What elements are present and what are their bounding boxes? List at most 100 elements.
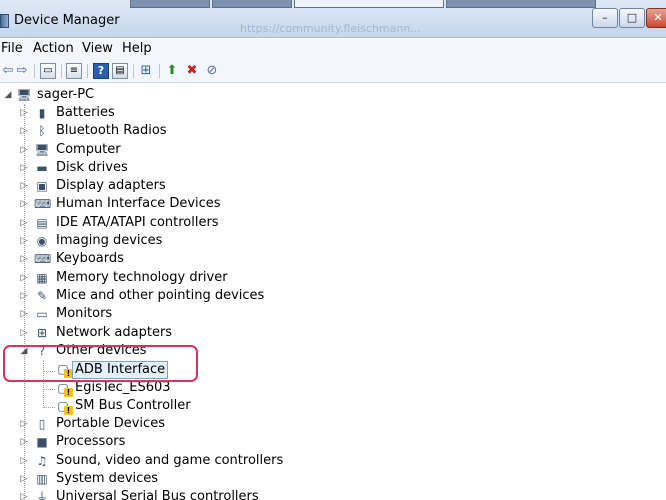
tree-category-label: Bluetooth Radios xyxy=(56,123,167,138)
processor-icon: ■ xyxy=(36,435,48,449)
bluetooth-icon: ᛒ xyxy=(38,124,46,138)
tree-category[interactable]: ▷ ⌨ Keyboards xyxy=(0,250,300,268)
camera-icon: ◉ xyxy=(36,234,48,248)
expand-icon[interactable]: ▷ xyxy=(19,287,29,305)
tree-category[interactable]: ▷ ◉ Imaging devices xyxy=(0,232,300,250)
uninstall-icon[interactable]: ✖ xyxy=(184,63,200,79)
expand-icon[interactable]: ▷ xyxy=(19,195,29,213)
tree-category-label: Universal Serial Bus controllers xyxy=(56,489,259,500)
device-manager-app-icon xyxy=(0,14,9,28)
expand-icon[interactable]: ▷ xyxy=(19,232,29,250)
tree-category[interactable]: ▷ ▬ Disk drives xyxy=(0,159,300,177)
tree-category[interactable]: ▷ ▦ Memory technology driver xyxy=(0,269,300,287)
ide-controller-icon: ▤ xyxy=(36,216,48,230)
scan-hardware-icon[interactable]: ⊞ xyxy=(138,63,154,79)
annotation-highlight xyxy=(3,345,198,382)
menu-help[interactable]: Help xyxy=(122,41,152,56)
expand-icon[interactable]: ▷ xyxy=(19,104,29,122)
warning-device-icon: ▢ xyxy=(55,398,73,415)
disk-drive-icon: ▬ xyxy=(36,161,48,175)
properties-icon[interactable]: ≡ xyxy=(66,63,82,79)
tree-category-label: Network adapters xyxy=(56,325,173,340)
tree-category-label: Computer xyxy=(56,142,121,157)
tree-category-label: System devices xyxy=(56,471,159,486)
expand-icon[interactable]: ▷ xyxy=(19,159,29,177)
expand-icon[interactable]: ▷ xyxy=(19,470,29,488)
blurred-url-text: https://community.fleischmann... xyxy=(240,22,421,35)
tree-category-label: Disk drives xyxy=(56,160,128,175)
hid-icon: ⌨ xyxy=(34,197,52,211)
monitor-icon: ▭ xyxy=(36,307,48,321)
computer-icon: 🖥 xyxy=(34,143,50,157)
menu-view[interactable]: View xyxy=(82,41,113,56)
tree-category[interactable]: ▷ ▯ Portable Devices xyxy=(0,415,300,433)
maximize-button[interactable]: □ xyxy=(619,8,645,28)
mouse-icon: ✎ xyxy=(36,289,48,303)
tree-category[interactable]: ▷ ⌨ Human Interface Devices xyxy=(0,195,300,213)
help-icon[interactable]: ? xyxy=(93,63,109,79)
tree-category-label: Portable Devices xyxy=(56,416,165,431)
tree-category[interactable]: ▷ ▤ IDE ATA/ATAPI controllers xyxy=(0,214,300,232)
tree-category[interactable]: ▷ ■ Processors xyxy=(0,433,300,451)
tree-device[interactable]: ▢SM Bus Controller xyxy=(0,397,300,415)
tree-category-label: Mice and other pointing devices xyxy=(56,288,265,303)
memory-icon: ▦ xyxy=(36,271,48,285)
tree-category[interactable]: ▷ ⊞ Network adapters xyxy=(0,324,300,342)
tree-root-label: sager-PC xyxy=(37,87,95,102)
tree-category-label: Monitors xyxy=(56,306,113,321)
tree-category[interactable]: ▷ ▮ Batteries xyxy=(0,104,300,122)
minimize-button[interactable]: – xyxy=(592,8,618,28)
tree-category-label: Keyboards xyxy=(56,251,124,266)
collapse-icon[interactable]: ◢ xyxy=(3,86,13,104)
tree-category[interactable]: ▷ ♫ Sound, video and game controllers xyxy=(0,452,300,470)
sound-icon: ♫ xyxy=(36,454,48,468)
expand-icon[interactable]: ▷ xyxy=(19,305,29,323)
tree-category[interactable]: ▷ ▣ Display adapters xyxy=(0,177,300,195)
expand-icon[interactable]: ▷ xyxy=(19,177,29,195)
tree-category-label: Human Interface Devices xyxy=(56,196,221,211)
expand-icon[interactable]: ▷ xyxy=(19,214,29,232)
warning-device-icon: ▢ xyxy=(55,380,73,397)
expand-icon[interactable]: ▷ xyxy=(19,488,29,500)
action-pane-icon[interactable]: ▤ xyxy=(112,63,128,79)
expand-icon[interactable]: ▷ xyxy=(19,324,29,342)
network-icon: ⊞ xyxy=(36,326,48,340)
battery-icon: ▮ xyxy=(38,106,46,120)
tree-category[interactable]: ▷ ⏚ Universal Serial Bus controllers xyxy=(0,488,300,500)
close-button[interactable]: ✕ xyxy=(646,8,666,28)
expand-icon[interactable]: ▷ xyxy=(19,122,29,140)
tree-category[interactable]: ▷ ▭ Monitors xyxy=(0,305,300,323)
tree-category[interactable]: ▷ 🖥 Computer xyxy=(0,141,300,159)
expand-icon[interactable]: ▷ xyxy=(19,141,29,159)
expand-icon[interactable]: ▷ xyxy=(19,452,29,470)
tree-category[interactable]: ▷ ᛒ Bluetooth Radios xyxy=(0,122,300,140)
device-tree: ◢ 🖥 sager-PC ▷ ▮ Batteries ▷ ᛒ Bluetooth Radi… xyxy=(0,84,666,500)
menu-file[interactable]: File xyxy=(1,41,23,56)
background-browser-tabs xyxy=(130,0,600,8)
tree-category-label: IDE ATA/ATAPI controllers xyxy=(56,215,219,230)
forward-icon[interactable]: ⇨ xyxy=(14,63,30,79)
show-hide-console-tree-icon[interactable]: ▭ xyxy=(40,63,56,79)
tree-category[interactable]: ▷ ✎ Mice and other pointing devices xyxy=(0,287,300,305)
expand-icon[interactable]: ▷ xyxy=(19,250,29,268)
disable-icon[interactable]: ⊘ xyxy=(204,63,220,79)
tree-category-label: Sound, video and game controllers xyxy=(56,453,284,468)
tree-category-label: Memory technology driver xyxy=(56,270,228,285)
expand-icon[interactable]: ▷ xyxy=(19,433,29,451)
toolbar: ⇦ ⇨ ▭ ≡ ? ▤ ⊞ ⬆ ✖ ⊘ xyxy=(0,59,666,83)
tree-root[interactable]: ◢ 🖥 sager-PC xyxy=(0,86,200,104)
menu-bar: File Action View Help xyxy=(0,39,666,59)
tree-category-label: Imaging devices xyxy=(56,233,163,248)
menu-action[interactable]: Action xyxy=(33,41,74,56)
tree-category[interactable]: ▷ ▥ System devices xyxy=(0,470,300,488)
portable-device-icon: ▯ xyxy=(38,417,46,431)
tree-category-label: Display adapters xyxy=(56,178,166,193)
update-driver-icon[interactable]: ⬆ xyxy=(164,63,180,79)
system-device-icon: ▥ xyxy=(36,472,48,486)
computer-icon: 🖥 xyxy=(16,88,32,102)
tree-category-label: Batteries xyxy=(56,105,115,120)
keyboard-icon: ⌨ xyxy=(34,252,52,266)
tree-category-label: Processors xyxy=(56,434,126,449)
expand-icon[interactable]: ▷ xyxy=(19,269,29,287)
expand-icon[interactable]: ▷ xyxy=(19,415,29,433)
